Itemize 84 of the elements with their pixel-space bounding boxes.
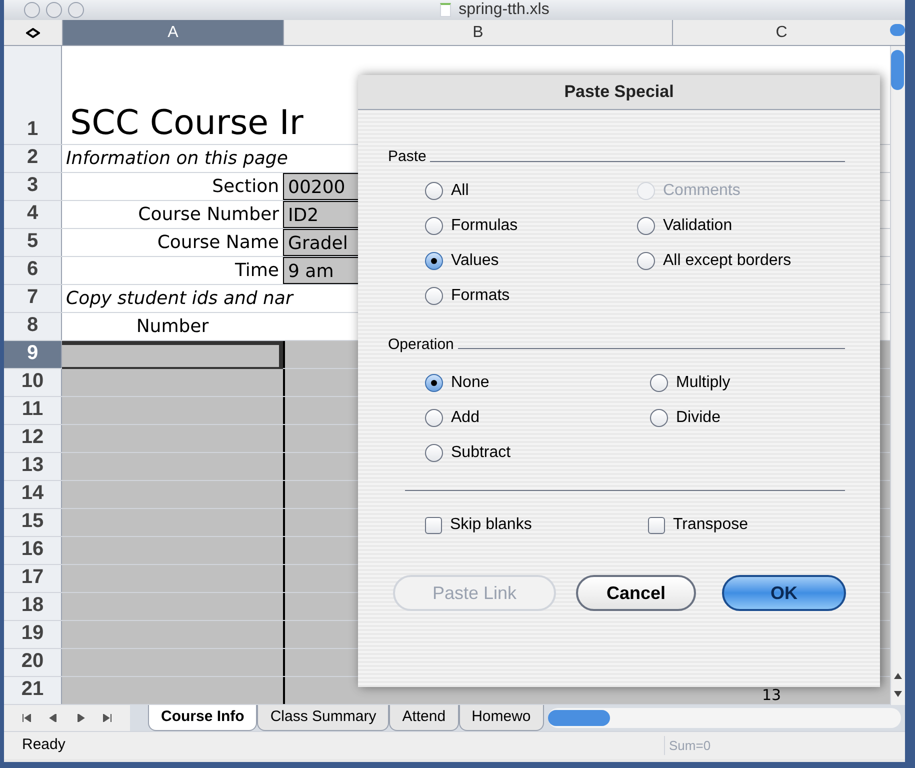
section-label: Operation bbox=[388, 334, 454, 354]
table-cell-text: Course Name bbox=[156, 231, 280, 255]
radio-button[interactable] bbox=[637, 252, 655, 270]
radio-button[interactable] bbox=[425, 287, 443, 305]
row-header[interactable]: 13 bbox=[4, 453, 62, 480]
row-header[interactable]: 16 bbox=[4, 537, 62, 564]
sum-text: Sum=0 bbox=[664, 736, 864, 756]
row-header[interactable]: 18 bbox=[4, 593, 62, 620]
sheet-title: SCC Course Ir bbox=[69, 106, 304, 144]
row-header[interactable]: 9 bbox=[4, 341, 62, 368]
row-header[interactable]: 19 bbox=[4, 621, 62, 648]
table-cell-text: Section bbox=[211, 175, 280, 199]
option-label: Subtract bbox=[451, 442, 511, 462]
option-label: Divide bbox=[676, 408, 720, 428]
row-header[interactable]: 15 bbox=[4, 509, 62, 536]
row-header[interactable]: 6 bbox=[4, 257, 62, 284]
sheet-nav-icon[interactable] bbox=[20, 714, 31, 722]
row-header[interactable]: 2 bbox=[4, 145, 62, 172]
radio-button[interactable] bbox=[425, 408, 443, 426]
row-header[interactable]: 17 bbox=[4, 565, 62, 592]
sheet-nav-icon[interactable] bbox=[103, 714, 114, 722]
file-icon bbox=[440, 3, 451, 17]
radio-button[interactable] bbox=[425, 182, 443, 200]
column-header[interactable]: A bbox=[62, 20, 283, 45]
radio-button[interactable] bbox=[425, 252, 443, 270]
checkbox[interactable] bbox=[648, 516, 665, 534]
table-cell: 13 bbox=[762, 688, 782, 704]
radio-button[interactable] bbox=[425, 217, 443, 235]
row-header[interactable]: 8 bbox=[4, 313, 62, 340]
cell-note: Copy student ids and nar bbox=[65, 287, 293, 311]
dialog-title: Paste Special bbox=[564, 81, 674, 104]
checkbox-label: Skip blanks bbox=[450, 515, 532, 535]
sheet-nav-icon[interactable] bbox=[48, 714, 58, 722]
option-label: Values bbox=[451, 251, 499, 271]
row-header[interactable]: 3 bbox=[4, 173, 62, 200]
column-header[interactable]: C bbox=[672, 20, 890, 45]
horizontal-scrollbar[interactable] bbox=[548, 708, 901, 728]
checkbox[interactable] bbox=[425, 516, 442, 534]
sheet-nav-icon[interactable] bbox=[76, 714, 86, 722]
radio-button[interactable] bbox=[425, 444, 443, 462]
row-header[interactable]: 21 bbox=[4, 677, 62, 704]
radio-button[interactable] bbox=[637, 217, 655, 235]
row-header[interactable]: 7 bbox=[4, 285, 62, 312]
table-cell-text: Time bbox=[234, 259, 280, 283]
radio-button[interactable] bbox=[650, 374, 668, 392]
checkbox-label: Transpose bbox=[673, 515, 748, 535]
scroll-thumb[interactable] bbox=[890, 24, 905, 36]
row-header[interactable]: 12 bbox=[4, 425, 62, 452]
sheet-tab[interactable]: Class Summary bbox=[257, 705, 390, 731]
cell-note: Information on this page bbox=[65, 147, 288, 171]
option-label: Validation bbox=[663, 216, 732, 236]
radio-button[interactable] bbox=[650, 408, 668, 426]
column-header[interactable]: B bbox=[283, 20, 672, 45]
option-label: All except borders bbox=[663, 251, 792, 271]
scroll-down-icon[interactable] bbox=[894, 691, 902, 697]
table-cell-text: Number bbox=[135, 315, 210, 339]
row-header[interactable]: 11 bbox=[4, 397, 62, 424]
row-header[interactable]: 10 bbox=[4, 369, 62, 396]
row-header[interactable]: 4 bbox=[4, 201, 62, 228]
status-text: Ready bbox=[21, 735, 66, 756]
window-title: spring-tth.xls bbox=[458, 0, 550, 20]
option-label: Comments bbox=[663, 181, 740, 201]
option-label: None bbox=[451, 372, 490, 392]
option-label: Formats bbox=[451, 286, 510, 306]
row-header[interactable]: 1 bbox=[4, 46, 62, 144]
option-label: All bbox=[451, 181, 469, 201]
sheet-tab[interactable]: Course Info bbox=[148, 705, 258, 731]
option-label: Add bbox=[451, 408, 480, 428]
row-header[interactable]: 14 bbox=[4, 481, 62, 508]
row-header[interactable]: 20 bbox=[4, 649, 62, 676]
dialog-button[interactable]: OK bbox=[722, 575, 846, 611]
sheet-tab[interactable]: Attend bbox=[389, 705, 459, 731]
vertical-scrollbar[interactable] bbox=[890, 46, 905, 705]
sheet-tab[interactable]: Homewo bbox=[458, 705, 544, 731]
radio-button[interactable] bbox=[425, 374, 443, 392]
dialog-button[interactable]: Cancel bbox=[576, 575, 696, 611]
scroll-up-icon[interactable] bbox=[894, 673, 902, 679]
scroll-thumb[interactable] bbox=[891, 50, 904, 90]
option-label: Formulas bbox=[451, 216, 518, 236]
section-label: Paste bbox=[388, 147, 426, 167]
option-label: Multiply bbox=[676, 372, 730, 392]
scroll-thumb[interactable] bbox=[548, 710, 610, 726]
table-cell-text: Course Number bbox=[137, 203, 280, 227]
row-header[interactable]: 5 bbox=[4, 229, 62, 256]
